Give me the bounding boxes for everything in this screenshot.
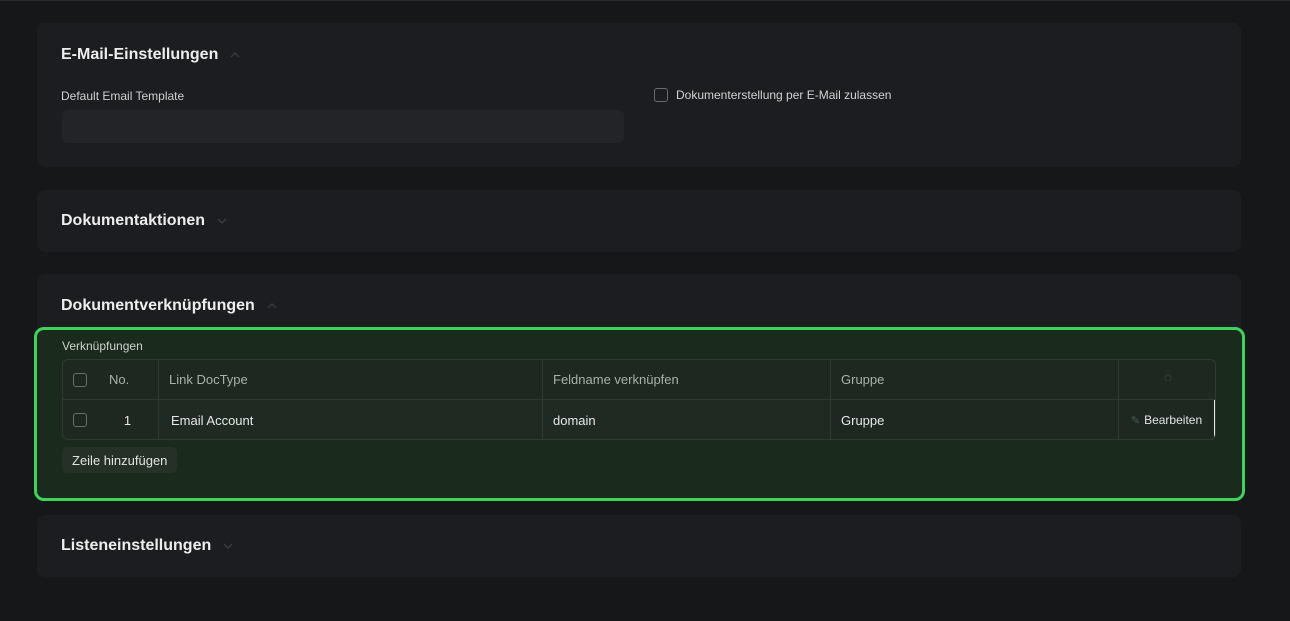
- row-no: 1: [97, 400, 159, 439]
- row-edit-cell[interactable]: ✎ Bearbeiten: [1119, 400, 1215, 439]
- select-all-checkbox[interactable]: [73, 372, 87, 387]
- header-group: Gruppe: [831, 360, 1119, 399]
- row-checkbox-cell[interactable]: [63, 400, 97, 439]
- chevron-down-icon[interactable]: [215, 214, 229, 228]
- add-row-button[interactable]: Zeile hinzufügen: [62, 447, 178, 473]
- default-email-template-label: Default Email Template: [61, 89, 185, 103]
- header-link-fieldname: Feldname verknüpfen: [543, 360, 831, 399]
- row-edit-button[interactable]: ✎ Bearbeiten: [1131, 413, 1202, 427]
- header-settings-cell[interactable]: [1119, 360, 1215, 399]
- allow-doc-creation-row[interactable]: Dokumenterstellung per E-Mail zulassen: [654, 88, 891, 102]
- list-settings-title: Listeneinstellungen: [61, 537, 212, 554]
- row-link-doctype[interactable]: Email Account: [159, 400, 543, 439]
- page: E-Mail-Einstellungen Default Email Templ…: [0, 0, 1290, 621]
- chevron-up-icon[interactable]: [228, 48, 242, 62]
- row-checkbox[interactable]: [73, 413, 87, 427]
- document-actions-title: Dokumentaktionen: [61, 212, 206, 229]
- links-table-label: Verknüpfungen: [62, 339, 143, 353]
- document-actions-section: Dokumentaktionen: [37, 190, 1241, 252]
- links-table: No. Link DocType Feldname verknüpfen Gru…: [62, 359, 1216, 440]
- header-no: No.: [97, 360, 159, 399]
- document-actions-header[interactable]: Dokumentaktionen: [61, 212, 229, 230]
- email-settings-header[interactable]: E-Mail-Einstellungen: [61, 46, 242, 64]
- email-settings-section: E-Mail-Einstellungen Default Email Templ…: [37, 23, 1241, 167]
- settings-icon[interactable]: [1162, 372, 1174, 387]
- allow-doc-creation-label: Dokumenterstellung per E-Mail zulassen: [676, 88, 892, 102]
- table-row[interactable]: 1 Email Account domain Gruppe ✎ Bearbeit…: [63, 400, 1215, 439]
- row-group[interactable]: Gruppe: [831, 400, 1119, 439]
- document-links-title: Dokumentverknüpfungen: [61, 297, 255, 314]
- table-header-row: No. Link DocType Feldname verknüpfen Gru…: [63, 360, 1215, 400]
- list-settings-section: Listeneinstellungen: [37, 515, 1241, 577]
- header-checkbox-cell[interactable]: [63, 360, 97, 399]
- chevron-up-icon[interactable]: [265, 299, 279, 313]
- chevron-down-icon[interactable]: [221, 539, 235, 553]
- row-link-fieldname[interactable]: domain: [543, 400, 831, 439]
- default-email-template-input[interactable]: [62, 110, 624, 143]
- allow-doc-creation-checkbox[interactable]: [654, 88, 668, 102]
- email-settings-title: E-Mail-Einstellungen: [61, 46, 219, 63]
- header-link-doctype: Link DocType: [159, 360, 543, 399]
- row-edit-label: Bearbeiten: [1144, 413, 1203, 427]
- document-links-header[interactable]: Dokumentverknüpfungen: [61, 297, 279, 315]
- edit-icon: ✎: [1130, 414, 1141, 427]
- list-settings-header[interactable]: Listeneinstellungen: [61, 537, 235, 555]
